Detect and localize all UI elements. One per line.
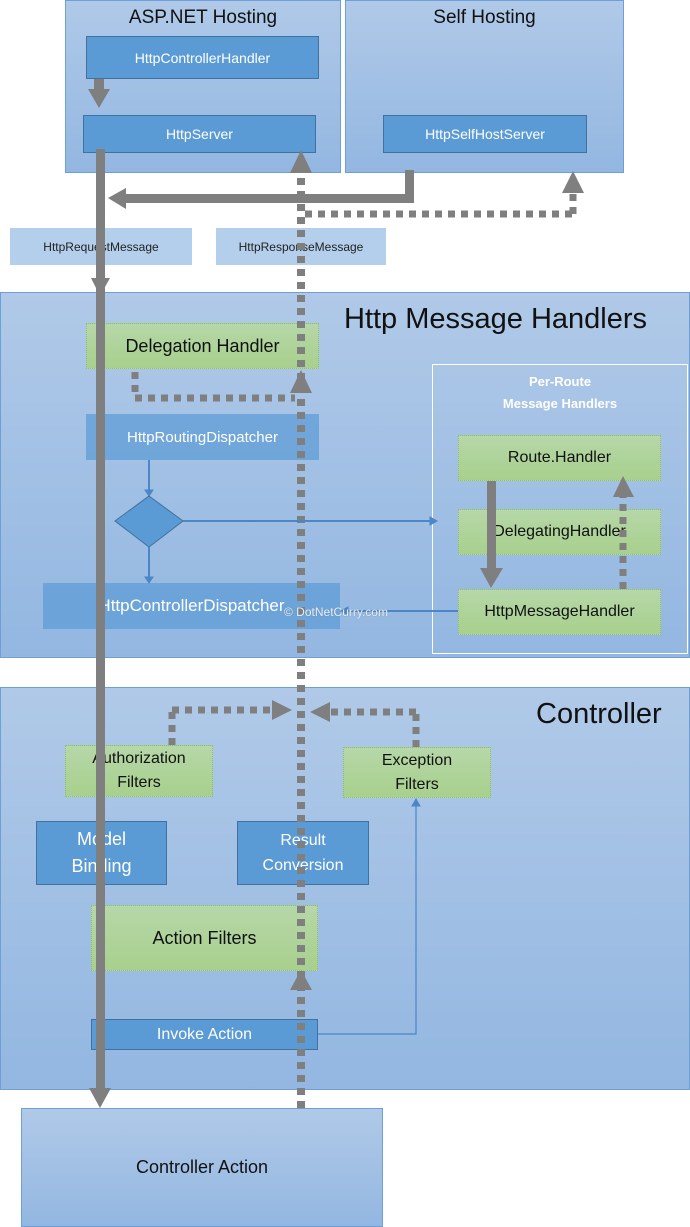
authorization-filters-box[interactable]: Authorization Filters [65, 745, 213, 797]
http-routing-dispatcher-label: HttpRoutingDispatcher [127, 428, 278, 446]
response-branch-arrowhead [562, 171, 584, 193]
controller-action-box[interactable]: Controller Action [21, 1108, 383, 1227]
http-controller-handler-box[interactable]: HttpControllerHandler [86, 36, 319, 79]
http-controller-dispatcher-label: HttpControllerDispatcher [98, 596, 285, 615]
invoke-action-label: Invoke Action [156, 1025, 253, 1043]
route-handler-label: Route.Handler [507, 449, 612, 466]
delegating-handler-label: DelegatingHandler [493, 523, 626, 540]
selfhost-request-arrowhead [108, 188, 126, 209]
action-filters-box[interactable]: Action Filters [91, 905, 318, 971]
http-response-message-text: HttpResponseMessage [238, 239, 364, 254]
per-route-title-line1: Per-Route [528, 374, 592, 389]
selfhost-request-horizontal [124, 194, 414, 203]
action-filters-label: Action Filters [152, 927, 257, 948]
model-binding-line1: Model [76, 829, 127, 849]
http-response-message-label: HttpResponseMessage [216, 228, 386, 265]
aspnet-hosting-title: ASP.NET Hosting [128, 7, 278, 28]
controller-title: Controller [536, 698, 662, 730]
http-self-host-server-label: HttpSelfHostServer [425, 126, 545, 142]
watermark: © DotNetCurry.com [284, 605, 388, 619]
model-binding-line2: Binding [71, 856, 132, 876]
exception-filters-box[interactable]: Exception Filters [343, 747, 491, 798]
exception-filters-line2: Filters [395, 775, 439, 793]
per-route-title-line2: Message Handlers [502, 396, 618, 411]
delegation-handler-box[interactable]: Delegation Handler [86, 323, 319, 369]
controller-action-label: Controller Action [135, 1157, 269, 1177]
http-server-box[interactable]: HttpServer [83, 115, 316, 153]
http-message-handler-label: HttpMessageHandler [484, 603, 635, 620]
exception-filters-line1: Exception [381, 751, 453, 769]
per-route-title: Per-Route Message Handlers [433, 371, 687, 415]
self-hosting-title: Self Hosting [433, 7, 536, 28]
delegation-handler-label: Delegation Handler [125, 335, 280, 356]
result-conversion-line1: Result [280, 832, 326, 849]
result-conversion-box[interactable]: Result Conversion [237, 821, 369, 885]
http-message-handlers-title: Http Message Handlers [344, 303, 648, 335]
http-routing-dispatcher-box[interactable]: HttpRoutingDispatcher [86, 414, 319, 460]
result-conversion-line2: Conversion [262, 857, 344, 874]
delegating-handler-box[interactable]: DelegatingHandler [458, 509, 661, 555]
http-controller-handler-label: HttpControllerHandler [134, 49, 271, 66]
selfhost-request-vertical [405, 170, 414, 202]
authorization-filters-line1: Authorization [92, 750, 186, 767]
http-request-message-text: HttpRequestMessage [43, 239, 159, 254]
http-self-host-server-box[interactable]: HttpSelfHostServer [383, 115, 587, 153]
route-handler-box[interactable]: Route.Handler [458, 435, 661, 481]
http-message-handler-box[interactable]: HttpMessageHandler [458, 589, 661, 635]
invoke-action-box[interactable]: Invoke Action [91, 1019, 318, 1050]
request-arrowhead-end [89, 1088, 111, 1108]
model-binding-box[interactable]: Model Binding [36, 821, 167, 885]
authorization-filters-line2: Filters [117, 774, 161, 791]
http-server-label: HttpServer [166, 126, 233, 142]
http-request-message-label: HttpRequestMessage [10, 228, 192, 265]
